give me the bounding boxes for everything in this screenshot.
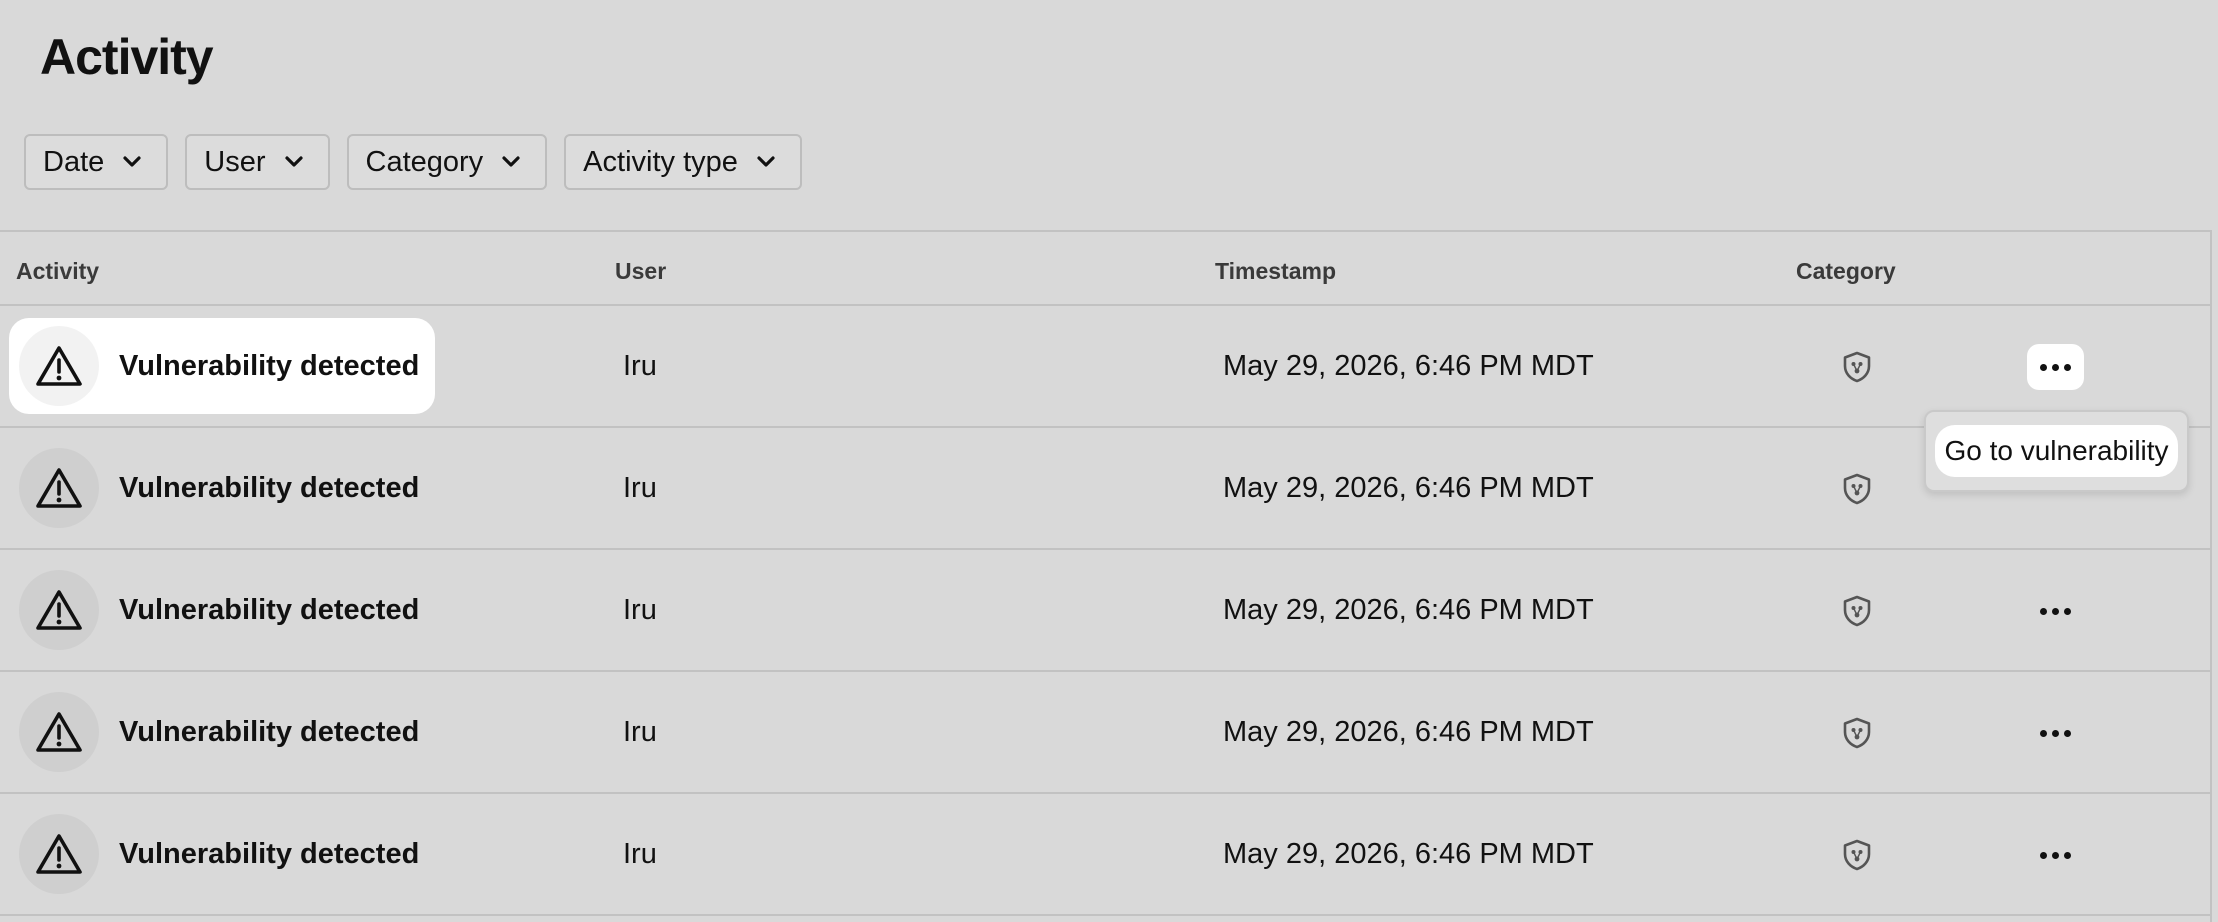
table-row[interactable]: Vulnerability detected Iru May 29, 2026, 6… bbox=[0, 550, 2210, 672]
warning-icon bbox=[19, 692, 99, 772]
chevron-down-icon bbox=[502, 156, 520, 167]
filter-category-label: Category bbox=[365, 145, 484, 178]
table-header: Activity User Timestamp Category bbox=[0, 232, 2210, 306]
chevron-down-icon bbox=[757, 156, 775, 167]
more-actions-button[interactable] bbox=[2027, 344, 2084, 390]
activity-cell[interactable]: Vulnerability detected bbox=[9, 806, 435, 902]
chevron-down-icon bbox=[123, 156, 141, 167]
timestamp-cell: May 29, 2026, 6:46 PM MDT bbox=[1223, 472, 1594, 504]
table-row[interactable]: Vulnerability detected Iru May 29, 2026, 6… bbox=[0, 794, 2210, 916]
shield-icon bbox=[1840, 350, 1874, 384]
column-header-activity[interactable]: Activity bbox=[16, 258, 99, 285]
filter-user-dropdown[interactable]: User bbox=[185, 134, 330, 190]
user-cell: Iru bbox=[623, 472, 657, 504]
activity-page: Activity Date User Category Activity typ… bbox=[0, 0, 2218, 922]
user-cell: Iru bbox=[623, 838, 657, 870]
table-body: Vulnerability detected Iru May 29, 2026, 6… bbox=[0, 306, 2210, 916]
filter-date-label: Date bbox=[43, 145, 105, 178]
activity-label: Vulnerability detected bbox=[119, 593, 420, 626]
filter-activity-type-label: Activity type bbox=[583, 145, 738, 178]
user-cell: Iru bbox=[623, 716, 657, 748]
shield-icon bbox=[1840, 838, 1874, 872]
activity-label: Vulnerability detected bbox=[119, 715, 420, 748]
activity-label: Vulnerability detected bbox=[119, 471, 420, 504]
table-row[interactable]: Vulnerability detected Iru May 29, 2026, 6… bbox=[0, 672, 2210, 794]
user-cell: Iru bbox=[623, 594, 657, 626]
activity-cell[interactable]: Vulnerability detected bbox=[9, 318, 436, 414]
filter-user-label: User bbox=[204, 145, 266, 178]
page-title: Activity bbox=[40, 29, 214, 85]
filter-bar: Date User Category Activity type bbox=[24, 134, 802, 190]
filter-date-dropdown[interactable]: Date bbox=[24, 134, 169, 190]
go-to-vulnerability-menu-item[interactable]: Go to vulnerability bbox=[1935, 425, 2178, 477]
activity-cell[interactable]: Vulnerability detected bbox=[9, 562, 435, 658]
activity-label: Vulnerability detected bbox=[119, 349, 420, 382]
row-actions-popover: Go to vulnerability bbox=[1924, 410, 2189, 492]
shield-icon bbox=[1840, 594, 1874, 628]
shield-icon bbox=[1840, 716, 1874, 750]
user-cell: Iru bbox=[623, 350, 657, 382]
activity-cell[interactable]: Vulnerability detected bbox=[9, 684, 435, 780]
column-header-user[interactable]: User bbox=[615, 258, 666, 285]
filter-activity-type-dropdown[interactable]: Activity type bbox=[564, 134, 802, 190]
more-actions-button[interactable] bbox=[2027, 588, 2084, 634]
more-actions-button[interactable] bbox=[2027, 710, 2084, 756]
warning-icon bbox=[19, 814, 99, 894]
activity-table: Activity User Timestamp Category Vulnera… bbox=[0, 230, 2212, 922]
warning-icon bbox=[19, 570, 99, 650]
timestamp-cell: May 29, 2026, 6:46 PM MDT bbox=[1223, 594, 1594, 626]
column-header-category[interactable]: Category bbox=[1796, 258, 1896, 285]
more-actions-button[interactable] bbox=[2027, 832, 2084, 878]
timestamp-cell: May 29, 2026, 6:46 PM MDT bbox=[1223, 350, 1594, 382]
table-row[interactable]: Vulnerability detected Iru May 29, 2026, 6… bbox=[0, 428, 2210, 550]
chevron-down-icon bbox=[284, 156, 303, 167]
timestamp-cell: May 29, 2026, 6:46 PM MDT bbox=[1223, 716, 1594, 748]
timestamp-cell: May 29, 2026, 6:46 PM MDT bbox=[1223, 838, 1594, 870]
table-row[interactable]: Vulnerability detected Iru May 29, 2026, 6… bbox=[0, 306, 2210, 428]
shield-icon bbox=[1840, 472, 1874, 506]
activity-label: Vulnerability detected bbox=[119, 837, 420, 870]
column-header-timestamp[interactable]: Timestamp bbox=[1215, 258, 1336, 285]
filter-category-dropdown[interactable]: Category bbox=[346, 134, 548, 190]
warning-icon bbox=[19, 448, 99, 528]
activity-cell[interactable]: Vulnerability detected bbox=[9, 440, 435, 536]
warning-icon bbox=[19, 326, 99, 406]
